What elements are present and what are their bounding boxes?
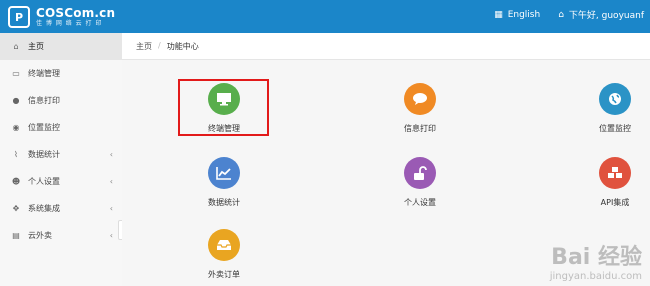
sidebar-item-label: 终端管理: [28, 69, 60, 78]
greeting-text: 下午好, guoyuanf: [568, 11, 644, 21]
tile-api-integration[interactable]: API集成: [565, 157, 650, 207]
chevron-left-icon: ‹: [109, 150, 113, 159]
user-greeting[interactable]: ⌂ 下午好, guoyuanf: [558, 8, 644, 22]
comment-icon: ●: [12, 96, 20, 105]
brand-name: COSCom.cn: [36, 6, 116, 20]
tile-label: 位置监控: [599, 124, 631, 133]
brand-subtitle: 佳 博 网 络 云 打 印: [36, 20, 103, 27]
tile-data-statistics[interactable]: 数据统计: [174, 157, 274, 207]
chart-icon: ⌇: [14, 150, 18, 159]
line-chart-icon: [208, 157, 240, 189]
user-icon: ☻: [11, 177, 21, 186]
sidebar-item-integration[interactable]: ✥ 系统集成 ‹: [0, 195, 122, 222]
sidebar-item-label: 云外卖: [28, 231, 52, 240]
tile-label: 信息打印: [404, 124, 436, 133]
globe-icon: ◉: [12, 123, 20, 132]
sidebar-item-stats[interactable]: ⌇ 数据统计 ‹: [0, 141, 122, 168]
sidebar-item-takeout[interactable]: ▤ 云外卖 ‹: [0, 222, 122, 249]
sidebar-item-label: 系统集成: [28, 204, 60, 213]
laptop-icon: ▭: [12, 69, 20, 78]
sidebar-item-label: 个人设置: [28, 177, 60, 186]
watermark: Bai 经验 jingyan.baidu.com: [550, 239, 642, 282]
top-navbar: P COSCom.cn 佳 博 网 络 云 打 印 ▦ English ⌂ 下午…: [0, 0, 650, 33]
watermark-url: jingyan.baidu.com: [549, 271, 642, 282]
puzzle-icon: ✥: [12, 204, 20, 213]
speech-bubble-icon: [404, 83, 436, 115]
inbox-icon: [208, 229, 240, 261]
breadcrumb: 主页 / 功能中心: [136, 41, 199, 52]
sidebar-item-location[interactable]: ◉ 位置监控: [0, 114, 122, 141]
brand-logo[interactable]: P COSCom.cn 佳 博 网 络 云 打 印: [8, 5, 115, 29]
tile-takeout-orders[interactable]: 外卖订单: [174, 229, 274, 279]
breadcrumb-bar: 主页 / 功能中心: [122, 33, 650, 60]
tile-label: 个人设置: [404, 198, 436, 207]
globe-icon: [599, 83, 631, 115]
logo-icon: P: [8, 6, 30, 28]
sidebar-item-home[interactable]: ⌂ 主页: [0, 33, 122, 60]
watermark-logo: Bai 经验: [551, 245, 642, 270]
sidebar-item-label: 主页: [28, 42, 44, 51]
cubes-icon: [599, 157, 631, 189]
sidebar-item-label: 位置监控: [28, 123, 60, 132]
chevron-left-icon: ‹: [109, 231, 113, 240]
chevron-left-icon: ‹: [109, 177, 113, 186]
home-icon: ⌂: [558, 9, 564, 20]
chevron-left-icon: ‹: [109, 204, 113, 213]
sidebar: ⌂ 主页 ▭ 终端管理 ● 信息打印 ◉ 位置监控 ⌇ 数据统计 ‹ ☻ 个人设…: [0, 33, 123, 286]
tile-label: 数据统计: [208, 198, 240, 207]
breadcrumb-separator: /: [158, 41, 161, 50]
language-icon: ▦: [494, 9, 503, 20]
home-icon: ⌂: [13, 42, 19, 51]
sidebar-item-settings[interactable]: ☻ 个人设置 ‹: [0, 168, 122, 195]
tile-personal-settings[interactable]: 个人设置: [370, 157, 470, 207]
sidebar-item-label: 数据统计: [28, 150, 60, 159]
breadcrumb-home-link[interactable]: 主页: [136, 41, 152, 52]
unlock-icon: [404, 157, 436, 189]
tile-label: API集成: [600, 198, 630, 207]
selection-highlight-box: [178, 79, 269, 136]
sidebar-item-print[interactable]: ● 信息打印: [0, 87, 122, 114]
tile-info-print[interactable]: 信息打印: [370, 83, 470, 133]
breadcrumb-current: 功能中心: [166, 42, 199, 51]
sidebar-item-terminal[interactable]: ▭ 终端管理: [0, 60, 122, 87]
tile-label: 外卖订单: [208, 270, 240, 279]
language-switch[interactable]: ▦ English: [494, 10, 540, 20]
sidebar-item-label: 信息打印: [28, 96, 60, 105]
tile-location-monitor[interactable]: 位置监控: [565, 83, 650, 133]
inbox-icon: ▤: [12, 231, 20, 240]
language-label: English: [507, 9, 541, 20]
